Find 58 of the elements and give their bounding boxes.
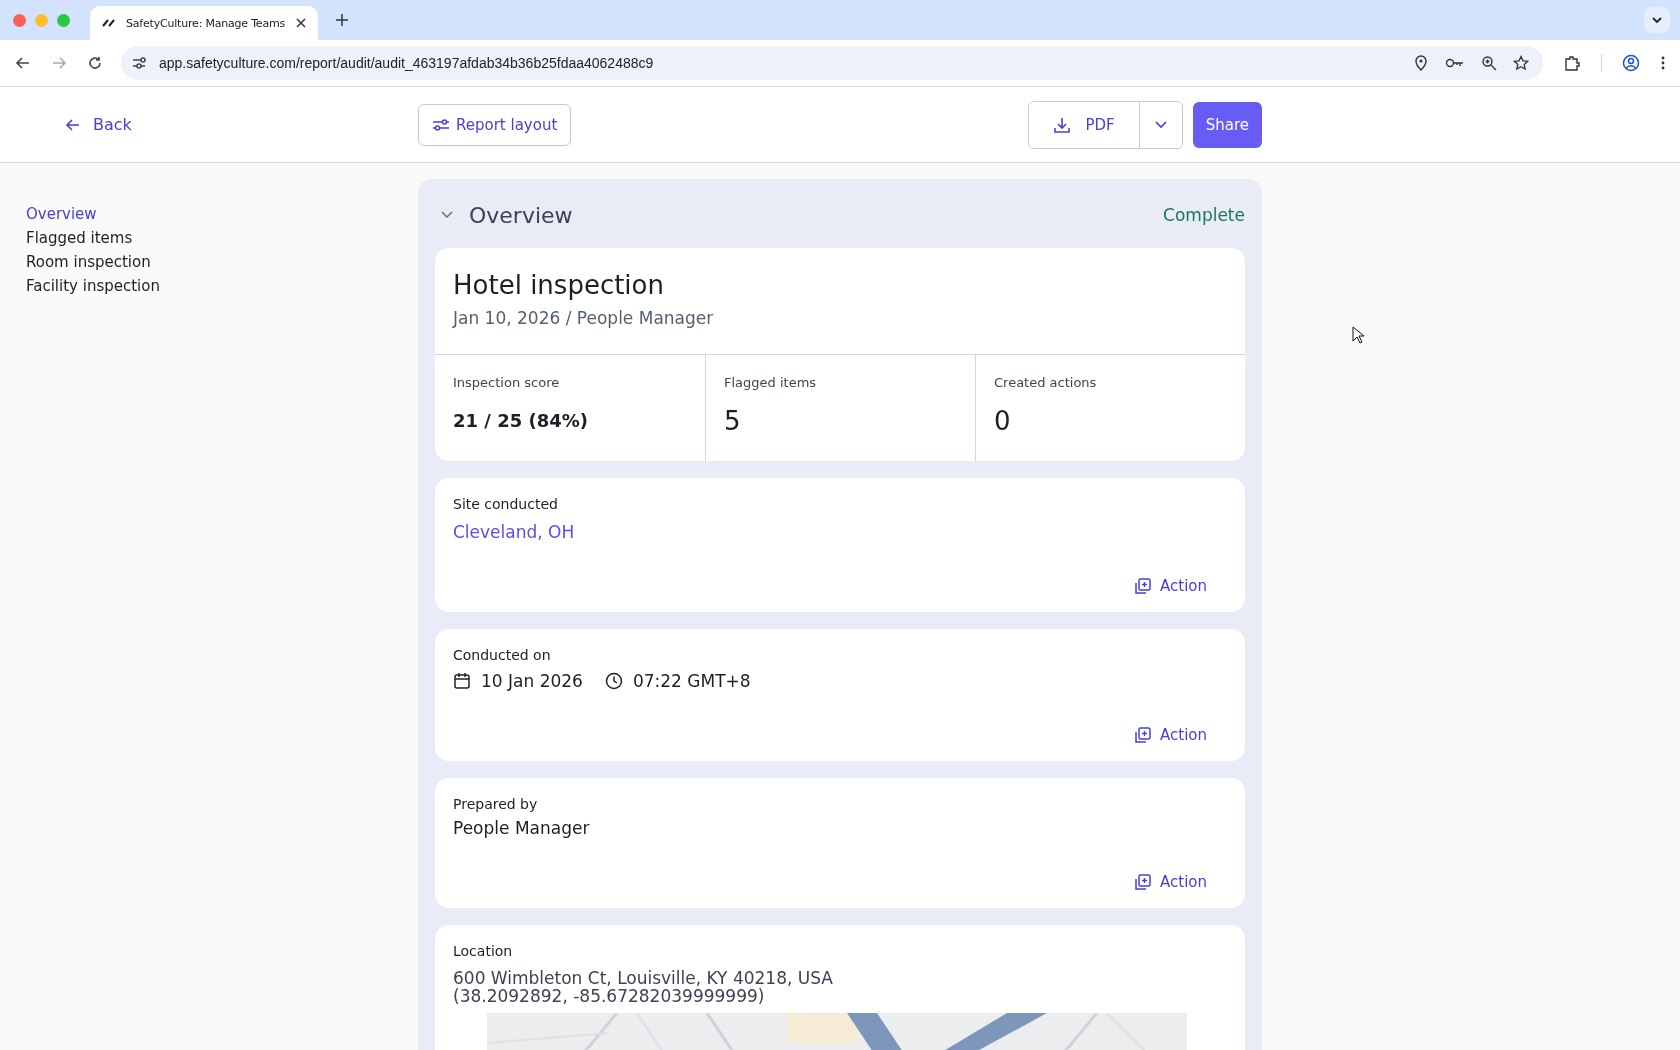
stat-value: 0: [994, 406, 1012, 436]
sidebar-item[interactable]: Flagged items: [26, 229, 133, 247]
share-button[interactable]: Share: [1192, 101, 1262, 148]
stat-label: Inspection score: [453, 375, 561, 390]
date-value: 10 Jan 2026: [481, 671, 583, 691]
reload-icon[interactable]: [87, 55, 103, 71]
field-label: Conducted on: [453, 647, 551, 663]
tab-list-icon[interactable]: [1644, 7, 1670, 33]
sidebar-item[interactable]: Overview: [26, 205, 97, 223]
caret-icon: [1154, 120, 1167, 129]
site-logo-icon: [102, 18, 116, 28]
download-icon: [1053, 115, 1072, 134]
site-link[interactable]: Cleveland, OH: [453, 522, 575, 542]
profile-icon[interactable]: [1622, 54, 1640, 72]
add-action-icon: [1134, 577, 1152, 595]
star-icon[interactable]: [1513, 55, 1529, 71]
inspection-subtitle: Jan 10, 2026 / People Manager: [453, 308, 715, 328]
report-layout-button[interactable]: Report layout: [418, 103, 572, 146]
sidebar-item[interactable]: Room inspection: [26, 253, 151, 271]
tab-title: SafetyCulture: Manage Teams: [126, 16, 286, 30]
pdf-button[interactable]: PDF: [1029, 101, 1140, 148]
field-label: Location: [453, 943, 513, 959]
calendar-icon: [453, 672, 471, 690]
zoom-icon[interactable]: [1481, 55, 1497, 71]
stat-value: 5: [724, 406, 742, 436]
extensions-icon[interactable]: [1563, 54, 1581, 72]
sidebar-item[interactable]: Facility inspection: [26, 277, 160, 295]
back-link[interactable]: Back: [65, 115, 418, 134]
status-label: Complete: [1163, 205, 1245, 225]
back-arrow-icon[interactable]: [15, 55, 31, 71]
inspection-title: Hotel inspection: [453, 270, 665, 300]
new-tab-icon[interactable]: [336, 14, 348, 26]
close-icon[interactable]: [296, 18, 306, 28]
location-pin-icon[interactable]: [1413, 55, 1429, 71]
action-button[interactable]: Action: [1128, 725, 1213, 745]
sliders-icon: [432, 117, 450, 132]
field-value: People Manager: [453, 818, 590, 838]
time-value: 07:22 GMT+8: [632, 671, 751, 691]
stat-value: 21 / 25 (84%): [453, 410, 589, 431]
stat-label: Flagged items: [724, 375, 818, 390]
site-settings-icon[interactable]: [131, 55, 147, 71]
add-action-icon: [1134, 873, 1152, 891]
action-button[interactable]: Action: [1128, 872, 1213, 892]
chevron-icon[interactable]: [441, 211, 453, 219]
clock-icon: [604, 672, 623, 690]
menu-icon[interactable]: [1660, 55, 1666, 71]
add-action-icon: [1134, 726, 1152, 744]
mouse-cursor-icon: [1352, 326, 1364, 344]
section-title: Overview: [469, 202, 573, 228]
field-label: Prepared by: [453, 796, 538, 812]
url-text: app.safetyculture.com/report/audit/audit_463197afdab34b36b25fdaa4062488c9: [159, 55, 654, 71]
back-arrow-icon: [65, 116, 81, 133]
browser-tab[interactable]: SafetyCulture: Manage Teams: [90, 6, 318, 40]
address-bar[interactable]: app.safetyculture.com/report/audit/audit_463197afdab34b36b25fdaa4062488c9: [121, 46, 1543, 80]
field-label: Site conducted: [453, 496, 558, 512]
action-button[interactable]: Action: [1128, 576, 1213, 596]
stat-label: Created actions: [994, 375, 1098, 390]
address-text: 600 Wimbleton Ct, Louisville, KY 40218, USA (38.2092892, -85.67282039999999): [453, 969, 833, 1005]
